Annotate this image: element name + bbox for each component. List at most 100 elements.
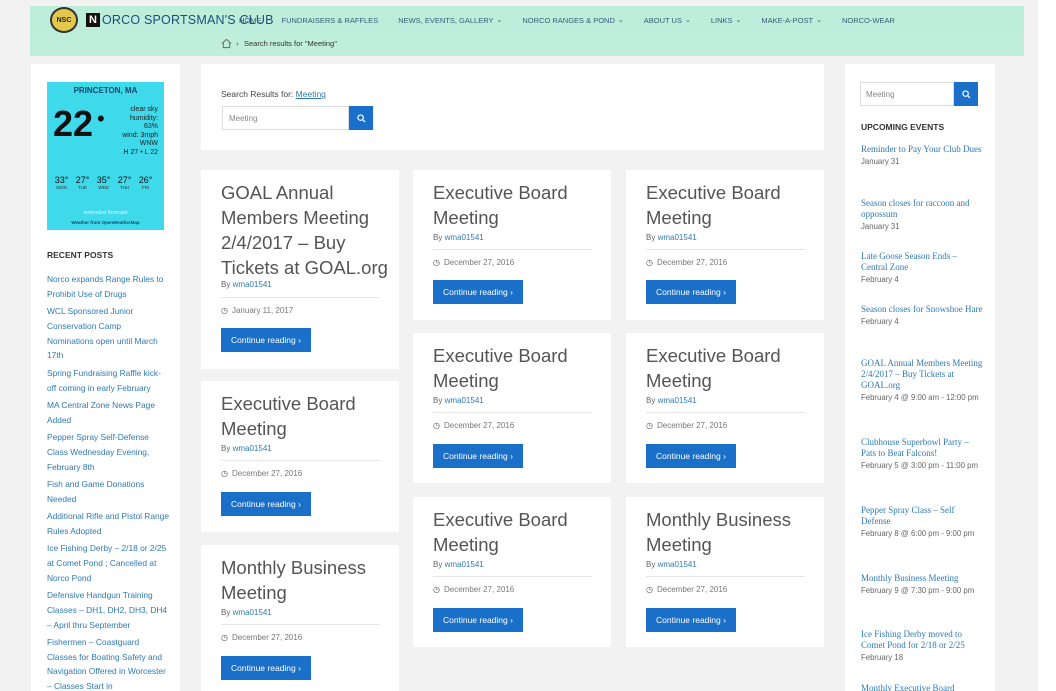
event-link[interactable]: Ice Fishing Derby moved to Comet Pond fo… [861, 629, 983, 651]
recent-post-link[interactable]: Norco expands Range Rules to Prohibit Us… [47, 272, 169, 302]
nav-fundraisers[interactable]: FUNDRAISERS & RAFFLES [282, 16, 379, 25]
extended-forecast-link[interactable]: extended forecast [47, 210, 164, 216]
post-title[interactable]: Monthly Business Meeting [221, 555, 381, 605]
event-link[interactable]: Monthly Executive Board [861, 683, 983, 691]
byline-prefix: By [433, 396, 443, 405]
post-card: Monthly Business Meeting By wma01541 ◷ De… [626, 497, 824, 647]
post-date: ◷ January 11, 2017 [221, 306, 293, 315]
continue-reading-button[interactable]: Continue reading › [433, 280, 523, 304]
byline-prefix: By [433, 233, 443, 242]
recent-post-link[interactable]: MA Central Zone News Page Added [47, 398, 169, 428]
weather-credit[interactable]: Weather from OpenWeatherMap [47, 220, 164, 225]
post-byline: By wma01541 [646, 233, 697, 242]
search-results-label: Search Results for: Meeting [221, 89, 326, 99]
post-title[interactable]: Monthly Business Meeting [646, 507, 806, 557]
continue-reading-button[interactable]: Continue reading › [646, 444, 736, 468]
recent-post-link[interactable]: Spring Fundraising Raffle kick-off comin… [47, 366, 169, 396]
recent-post-link[interactable]: Fishermen – Coastguard Classes for Boati… [47, 635, 169, 691]
post-date: ◷ December 27, 2016 [646, 258, 727, 267]
chevron-down-icon: ⌄ [617, 17, 624, 24]
nav-make-a-post[interactable]: MAKE-A-POST ⌄ [761, 16, 822, 25]
post-author-link[interactable]: wma01541 [233, 608, 272, 617]
nav-links[interactable]: LINKS ⌄ [711, 16, 742, 25]
post-author-link[interactable]: wma01541 [445, 233, 484, 242]
recent-post-link[interactable]: Defensive Handgun Training Classes – DH1… [47, 588, 169, 632]
event-link[interactable]: GOAL Annual Members Meeting 2/4/2017 – B… [861, 358, 983, 391]
recent-post-link[interactable]: Pepper Spray Self-Defense Class Wednesda… [47, 430, 169, 474]
continue-reading-button[interactable]: Continue reading › [221, 656, 311, 680]
post-date-text: December 27, 2016 [443, 421, 515, 430]
post-author-link[interactable]: wma01541 [658, 560, 697, 569]
post-title[interactable]: Executive Board Meeting [646, 180, 806, 230]
event-item: Reminder to Pay Your Club Dues January 3… [861, 144, 983, 168]
forecast-day-label: FRI [141, 185, 150, 190]
event-link[interactable]: Late Goose Season Ends – Central Zone [861, 251, 983, 273]
event-link[interactable]: Season closes for raccoon and oppossum [861, 198, 983, 220]
recent-post-link[interactable]: Ice Fishing Derby – 2/18 or 2/25 at Come… [47, 541, 169, 585]
byline-prefix: By [221, 608, 231, 617]
post-date-text: January 11, 2017 [231, 306, 294, 315]
post-title[interactable]: Executive Board Meeting [221, 391, 381, 441]
event-item: Monthly Executive Board [861, 683, 983, 691]
nav-norco-wear[interactable]: NORCO-WEAR [842, 16, 895, 25]
event-date: February 18 [861, 653, 904, 662]
post-author-link[interactable]: wma01541 [233, 280, 272, 289]
search-input[interactable]: Meeting [222, 106, 349, 130]
post-title[interactable]: Executive Board Meeting [433, 343, 593, 393]
event-link[interactable]: Reminder to Pay Your Club Dues [861, 144, 983, 155]
search-term-link[interactable]: Meeting [296, 89, 326, 99]
nav-ranges-pond[interactable]: NORCO RANGES & POND ⌄ [522, 16, 623, 25]
sidebar-search-button[interactable] [954, 82, 978, 106]
search-button[interactable] [349, 106, 373, 130]
recent-post-link[interactable]: Additional Rifle and Pistol Range Rules … [47, 509, 169, 539]
degree-symbol: • [97, 106, 105, 131]
post-title[interactable]: Executive Board Meeting [646, 343, 806, 393]
post-title[interactable]: Executive Board Meeting [433, 507, 593, 557]
weather-condition-line: H 27 • L 22 [123, 148, 159, 156]
event-link[interactable]: Season closes for Snowshoe Hare [861, 304, 983, 315]
event-link[interactable]: Clubhouse Superbowl Party – Pats to Beat… [861, 437, 983, 459]
nav-about-us[interactable]: ABOUT US ⌄ [644, 16, 691, 25]
weather-condition-line: 63% [143, 123, 158, 131]
continue-reading-button[interactable]: Continue reading › [433, 444, 523, 468]
breadcrumb-separator: › [236, 39, 239, 48]
continue-reading-button[interactable]: Continue reading › [646, 280, 736, 304]
event-link[interactable]: Pepper Spray Class – Self Defense [861, 505, 983, 527]
home-icon[interactable] [221, 38, 233, 50]
clock-icon: ◷ [646, 258, 653, 267]
forecast-temp: 26° [138, 175, 153, 185]
byline-prefix: By [646, 233, 656, 242]
continue-reading-button[interactable]: Continue reading › [221, 328, 311, 352]
continue-reading-button[interactable]: Continue reading › [221, 492, 311, 516]
forecast-day: 33° MON [51, 175, 72, 190]
recent-post-link[interactable]: WCL Sponsored Junior Conservation Camp N… [47, 304, 169, 363]
continue-reading-button[interactable]: Continue reading › [646, 608, 736, 632]
post-author-link[interactable]: wma01541 [658, 233, 697, 242]
post-author-link[interactable]: wma01541 [658, 396, 697, 405]
clock-icon: ◷ [433, 258, 440, 267]
post-author-link[interactable]: wma01541 [445, 560, 484, 569]
sidebar-search-input[interactable]: Meeting [860, 82, 954, 106]
event-item: Season closes for Snowshoe Hare February… [861, 304, 983, 328]
post-author-link[interactable]: wma01541 [445, 396, 484, 405]
post-card: Executive Board Meeting By wma01541 ◷ Dec… [413, 497, 611, 647]
post-title[interactable]: Executive Board Meeting [433, 180, 593, 230]
post-date: ◷ December 27, 2016 [646, 585, 727, 594]
nav-home[interactable]: HOME [239, 16, 262, 25]
divider [433, 576, 592, 577]
event-item: Pepper Spray Class – Self Defense Februa… [861, 505, 983, 540]
clock-icon: ◷ [433, 585, 440, 594]
page-gutter [1038, 0, 1056, 691]
post-card: Executive Board Meeting By wma01541 ◷ Dec… [413, 333, 611, 483]
left-sidebar: PRINCETON, MA 22 • clear sky humidity: 6… [31, 64, 180, 691]
post-date-text: December 27, 2016 [231, 469, 303, 478]
continue-reading-button[interactable]: Continue reading › [433, 608, 523, 632]
event-link[interactable]: Monthly Business Meeting [861, 573, 983, 584]
top-navbar: NSC N ORCO SPORTSMAN'S CLUB HOME FUNDRAI… [30, 6, 1024, 34]
post-author-link[interactable]: wma01541 [233, 444, 272, 453]
nav-news-events-gallery[interactable]: NEWS, EVENTS, GALLERY ⌄ [398, 16, 502, 25]
post-title[interactable]: GOAL Annual Members Meeting 2/4/2017 – B… [221, 180, 391, 280]
recent-post-link[interactable]: Fish and Game Donations Needed [47, 477, 169, 507]
byline-prefix: By [646, 396, 656, 405]
byline-prefix: By [221, 444, 231, 453]
